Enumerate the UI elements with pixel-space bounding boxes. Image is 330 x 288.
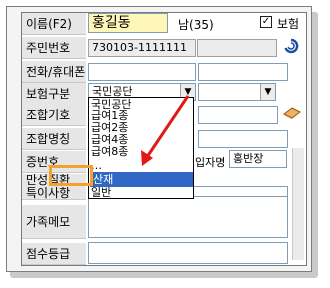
- chevron-down-icon[interactable]: ▼: [260, 84, 275, 100]
- insured-label: 입자명: [195, 156, 226, 169]
- insurance-type-dropdown-list: 국민공단 급여1종 급여2종 급여4종 급여8종 … 산재 일반: [88, 97, 194, 199]
- gender-age-text: 남(35): [178, 18, 214, 32]
- name-label: 이름(F2): [22, 13, 86, 35]
- dropdown-item-selected[interactable]: 산재: [90, 172, 193, 187]
- phone-field[interactable]: [88, 63, 196, 81]
- resident-no-label: 주민번호: [22, 37, 86, 59]
- family-memo-field[interactable]: [88, 196, 288, 238]
- insurance-subtype-combo[interactable]: ▼: [198, 83, 276, 101]
- score-grade-label: 점수등급: [22, 243, 86, 265]
- name-field[interactable]: 홍길동: [88, 13, 168, 33]
- insurance-type-label: 보험구분: [22, 83, 86, 105]
- dropdown-item[interactable]: 일반: [91, 187, 111, 198]
- assoc-name-label: 조합명칭: [22, 128, 86, 150]
- dropdown-item[interactable]: 급여1종: [91, 110, 128, 121]
- insured-name-field[interactable]: 홍반장: [229, 150, 287, 168]
- refresh-icon[interactable]: [283, 38, 299, 54]
- assoc-code-label: 조합기호: [22, 104, 86, 126]
- dropdown-item[interactable]: 급여4종: [91, 134, 128, 145]
- selection-highlight-box: [49, 165, 93, 186]
- resident-no-field[interactable]: 730103-1111111: [88, 39, 196, 57]
- resident-no-extra-field[interactable]: [197, 39, 277, 57]
- assoc-name-field[interactable]: [198, 130, 288, 148]
- family-memo-label: 가족메모: [22, 205, 86, 239]
- mobile-field[interactable]: [198, 63, 288, 81]
- dropdown-item[interactable]: 급여8종: [91, 146, 128, 157]
- dropdown-item[interactable]: 급여2종: [91, 122, 128, 133]
- assoc-code-field[interactable]: [198, 106, 278, 124]
- special-label: 특이사항: [22, 187, 86, 200]
- phone-label: 전화/휴대폰: [22, 61, 86, 83]
- score-grade-field[interactable]: [88, 242, 288, 264]
- scrollbar[interactable]: [292, 148, 304, 260]
- insurance-checkbox[interactable]: ✓: [260, 16, 272, 28]
- insurance-checkbox-label: 보험: [277, 17, 300, 31]
- book-icon[interactable]: [283, 106, 301, 120]
